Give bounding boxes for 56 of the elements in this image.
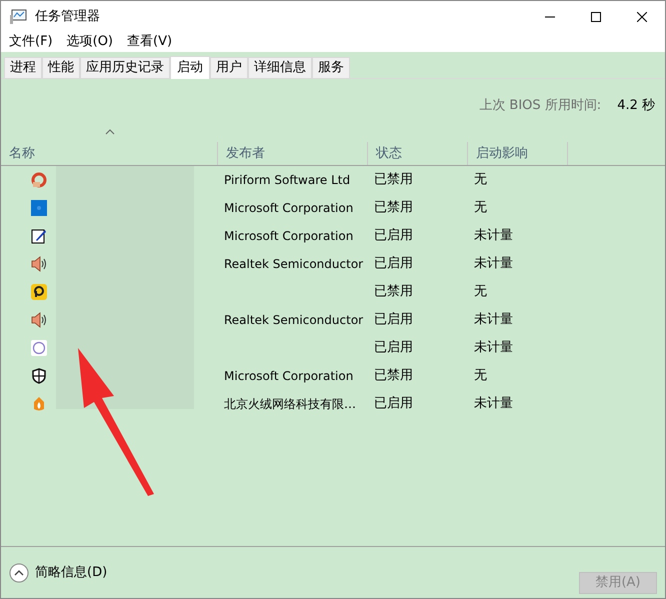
collapse-icon[interactable]: [9, 562, 29, 582]
table-cell: 无: [474, 172, 487, 188]
table-cell: 已启用: [374, 228, 413, 244]
table-cell: 北京火绒网络科技有限…: [224, 397, 356, 411]
monitor-icon: [9, 8, 27, 24]
table-cell: 未计量: [474, 340, 513, 356]
table-cell: Microsoft Corporation: [224, 369, 354, 383]
bios-time-value: 4.2 秒: [617, 97, 655, 115]
table-cell: 已启用: [374, 396, 413, 412]
tab[interactable]: 详细信息: [248, 57, 312, 78]
table-cell: 无: [474, 368, 487, 384]
table-cell: 已启用: [374, 256, 413, 272]
menu-item[interactable]: 查看(V): [127, 32, 172, 52]
app-icon: [31, 284, 47, 300]
table-cell: 未计量: [474, 228, 513, 244]
table-cell: 无: [474, 200, 487, 216]
speaker-icon: [31, 256, 47, 272]
table-cell: Realtek Semiconductor: [224, 257, 364, 271]
circle-icon: [31, 340, 47, 356]
tab[interactable]: 服务: [312, 57, 350, 78]
table-cell: 未计量: [474, 312, 513, 328]
square-icon: [31, 200, 47, 216]
column-header[interactable]: 启动影响: [468, 142, 568, 165]
menu-item[interactable]: 文件(F): [9, 32, 53, 52]
table-cell: 已禁用: [374, 368, 413, 384]
table-cell: 未计量: [474, 396, 513, 412]
menu-item[interactable]: 选项(O): [66, 32, 114, 52]
tab[interactable]: 进程: [4, 57, 42, 78]
table-cell: Piriform Software Ltd: [224, 173, 350, 187]
speaker-icon: [31, 312, 47, 328]
flame-icon: [31, 396, 47, 412]
table-cell: 已启用: [374, 312, 413, 328]
table-cell: 已禁用: [374, 284, 413, 300]
shield-icon: [31, 368, 47, 384]
table-cell: 已启用: [374, 340, 413, 356]
tab[interactable]: 性能: [42, 57, 80, 78]
brush-icon: [31, 172, 47, 188]
details-toggle[interactable]: 简略信息(D): [35, 562, 108, 582]
tab[interactable]: 用户: [210, 57, 248, 78]
sort-caret-icon: [104, 129, 114, 135]
table-cell: Realtek Semiconductor: [224, 313, 364, 327]
column-header[interactable]: 发布者: [218, 142, 368, 165]
column-header[interactable]: 名称: [1, 142, 218, 165]
table-cell: Microsoft Corporation: [224, 201, 354, 215]
bios-time-label: 上次 BIOS 所用时间:: [479, 97, 602, 115]
table-cell: 无: [474, 284, 487, 300]
notepad-icon: [31, 228, 47, 244]
column-header[interactable]: 状态: [368, 142, 468, 165]
arrow-icon: [76, 346, 156, 496]
table-cell: 已禁用: [374, 200, 413, 216]
window-title: 任务管理器: [35, 8, 100, 26]
tab[interactable]: 启动: [170, 56, 210, 79]
table-cell: Microsoft Corporation: [224, 229, 354, 243]
table-cell: 未计量: [474, 256, 513, 272]
tab[interactable]: 应用历史记录: [80, 57, 170, 78]
table-cell: 已禁用: [374, 172, 413, 188]
